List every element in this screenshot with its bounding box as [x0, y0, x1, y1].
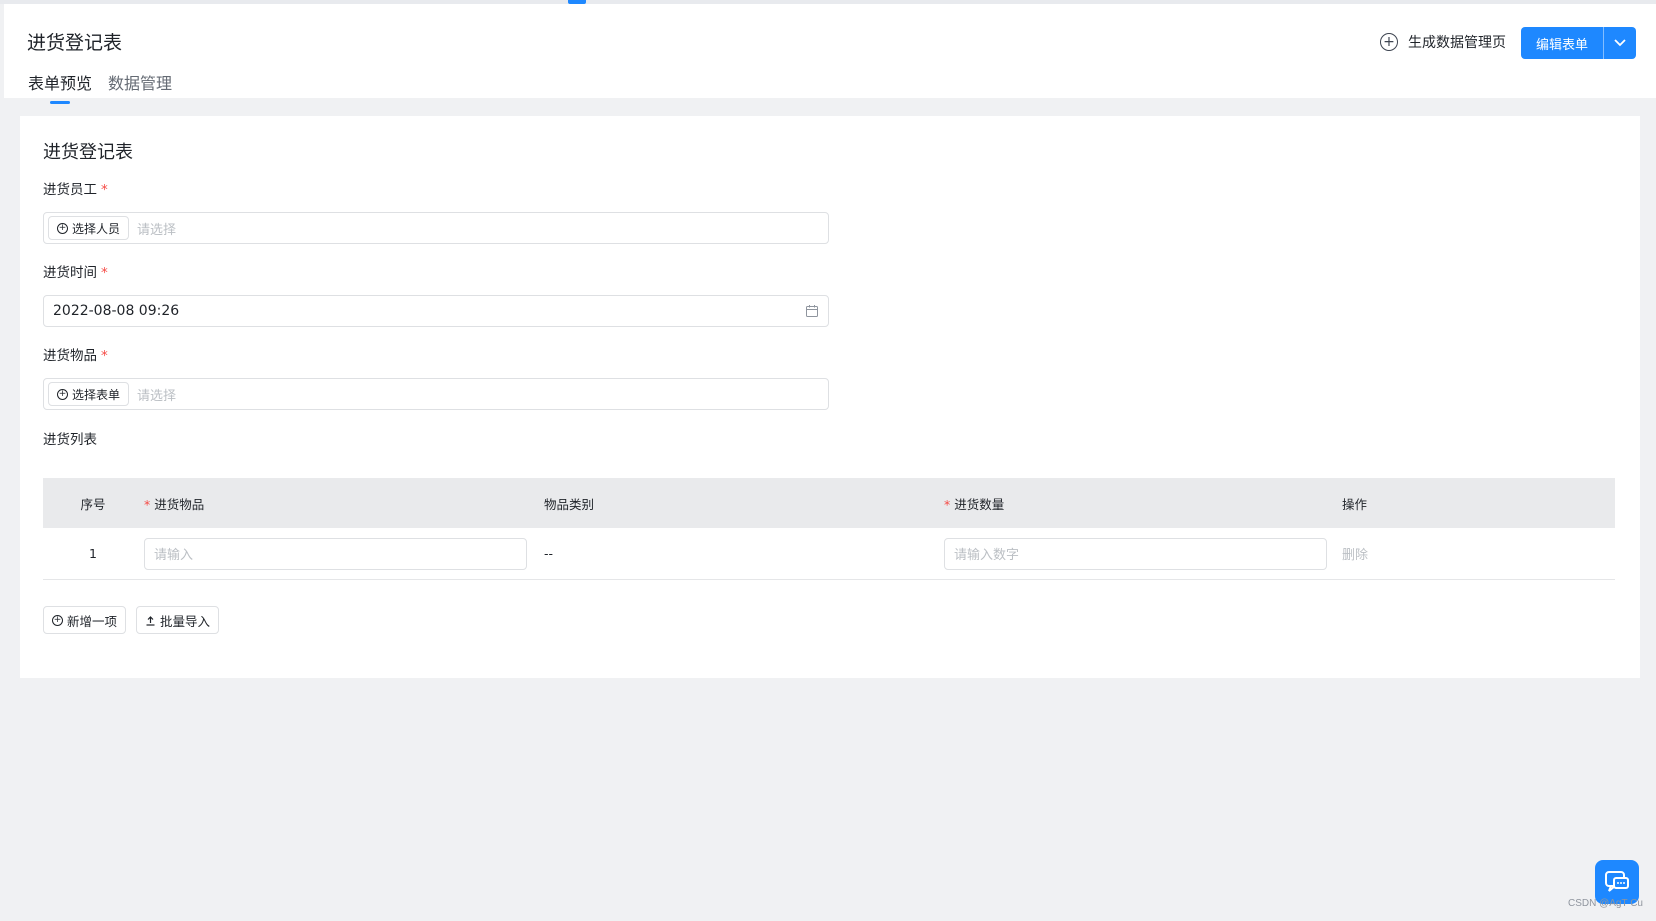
required-mark: *: [101, 265, 108, 281]
row-category: --: [544, 546, 554, 561]
goods-placeholder: 请选择: [137, 388, 177, 404]
select-person-button[interactable]: + 选择人员: [48, 216, 130, 240]
plus-circle-icon: +: [1380, 33, 1398, 51]
batch-import-label: 批量导入: [160, 613, 211, 629]
plus-circle-icon: +: [52, 614, 63, 626]
time-label-text: 进货时间: [43, 265, 97, 281]
select-form-button[interactable]: + 选择表单: [48, 382, 130, 406]
table-header: 序号 * 进货物品 物品类别 * 进货数量 操作: [43, 478, 1615, 528]
chat-icon: [1605, 871, 1629, 892]
item-input[interactable]: 请输入: [144, 537, 527, 570]
form-card: 进货登记表 进货员工 * + 选择人员 请选择 进货时间 * 2022-08-08 …: [20, 116, 1640, 678]
quantity-input[interactable]: 请输入数字: [944, 537, 1327, 570]
required-mark: *: [944, 496, 951, 512]
chevron-down-icon: [1614, 39, 1626, 47]
plus-circle-icon: +: [57, 222, 68, 234]
generate-data-page-label: 生成数据管理页: [1408, 35, 1506, 51]
required-mark: *: [101, 182, 108, 198]
delete-row-button[interactable]: 删除: [1342, 548, 1368, 563]
column-header-index: 序号: [80, 496, 106, 512]
add-item-label: 新增一项: [67, 613, 118, 629]
tab-bar: 表单预览 数据管理: [28, 70, 172, 104]
row-item-cell: 请输入: [143, 537, 543, 570]
generate-data-page-link[interactable]: + 生成数据管理页: [1380, 32, 1506, 52]
tab-form-preview[interactable]: 表单预览: [28, 70, 92, 104]
list-label: 进货列表: [43, 432, 97, 448]
staff-label: 进货员工 *: [43, 178, 108, 198]
staff-placeholder: 请选择: [137, 222, 177, 238]
row-index: 1: [89, 546, 97, 561]
column-header-quantity: * 进货数量: [943, 494, 1342, 513]
plus-circle-icon: +: [57, 388, 68, 400]
staff-field[interactable]: + 选择人员 请选择: [43, 212, 829, 244]
column-header-action: 操作: [1342, 496, 1368, 512]
purchase-list-table: 序号 * 进货物品 物品类别 * 进货数量 操作 1 请输入 -- 请输入数字 …: [43, 478, 1615, 580]
column-header-item-text: 进货物品: [154, 496, 205, 512]
time-field[interactable]: 2022-08-08 09:26: [43, 295, 829, 327]
time-label: 进货时间 *: [43, 261, 108, 281]
column-header-item: * 进货物品: [143, 494, 543, 513]
row-action-cell: 删除: [1342, 544, 1615, 563]
time-value: 2022-08-08 09:26: [53, 303, 180, 319]
row-quantity-cell: 请输入数字: [943, 537, 1342, 570]
select-person-label: 选择人员: [72, 221, 121, 236]
edit-form-dropdown-button[interactable]: [1604, 27, 1636, 59]
required-mark: *: [144, 496, 151, 512]
edit-form-button[interactable]: 编辑表单: [1521, 27, 1604, 59]
select-form-label: 选择表单: [72, 387, 121, 402]
tab-data-management[interactable]: 数据管理: [108, 70, 172, 104]
form-title: 进货登记表: [43, 142, 133, 163]
watermark: CSDN @AgT Cu: [1568, 898, 1643, 909]
calendar-icon[interactable]: [805, 304, 819, 318]
goods-field[interactable]: + 选择表单 请选择: [43, 378, 829, 410]
staff-label-text: 进货员工: [43, 182, 97, 198]
page-header: 进货登记表 表单预览 数据管理 + 生成数据管理页 编辑表单: [4, 4, 1656, 98]
batch-import-button[interactable]: 批量导入: [136, 606, 220, 634]
required-mark: *: [101, 348, 108, 364]
goods-label-text: 进货物品: [43, 348, 97, 364]
list-actions: + 新增一项 批量导入: [43, 606, 220, 634]
add-item-button[interactable]: + 新增一项: [43, 606, 127, 634]
page-title: 进货登记表: [27, 32, 123, 54]
edit-form-button-group: 编辑表单: [1521, 27, 1636, 59]
upload-icon: [146, 615, 155, 626]
column-header-category: 物品类别: [544, 496, 595, 512]
goods-label: 进货物品 *: [43, 344, 108, 364]
table-row: 1 请输入 -- 请输入数字 删除: [43, 528, 1615, 580]
column-header-quantity-text: 进货数量: [954, 496, 1005, 512]
